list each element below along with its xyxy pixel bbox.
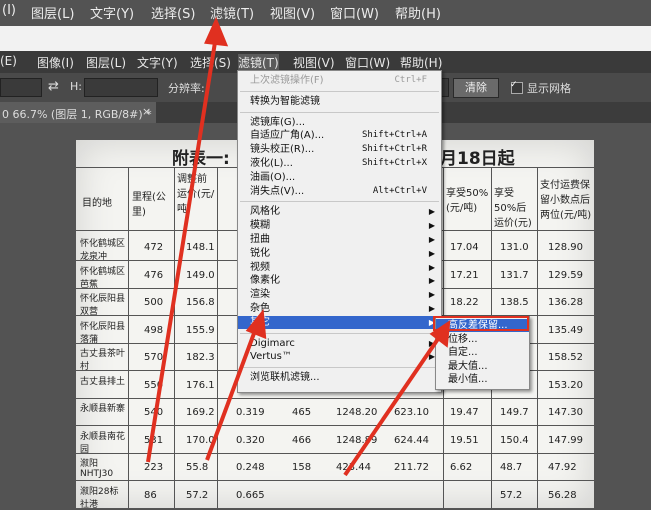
annotation-arrows xyxy=(146,16,451,477)
arrow-head-filter xyxy=(204,16,229,47)
arrow-head-other xyxy=(245,308,267,340)
arrow-to-high-pass xyxy=(343,334,442,477)
arrow-to-filter-menu xyxy=(146,35,218,463)
arrow-to-other xyxy=(205,327,258,461)
